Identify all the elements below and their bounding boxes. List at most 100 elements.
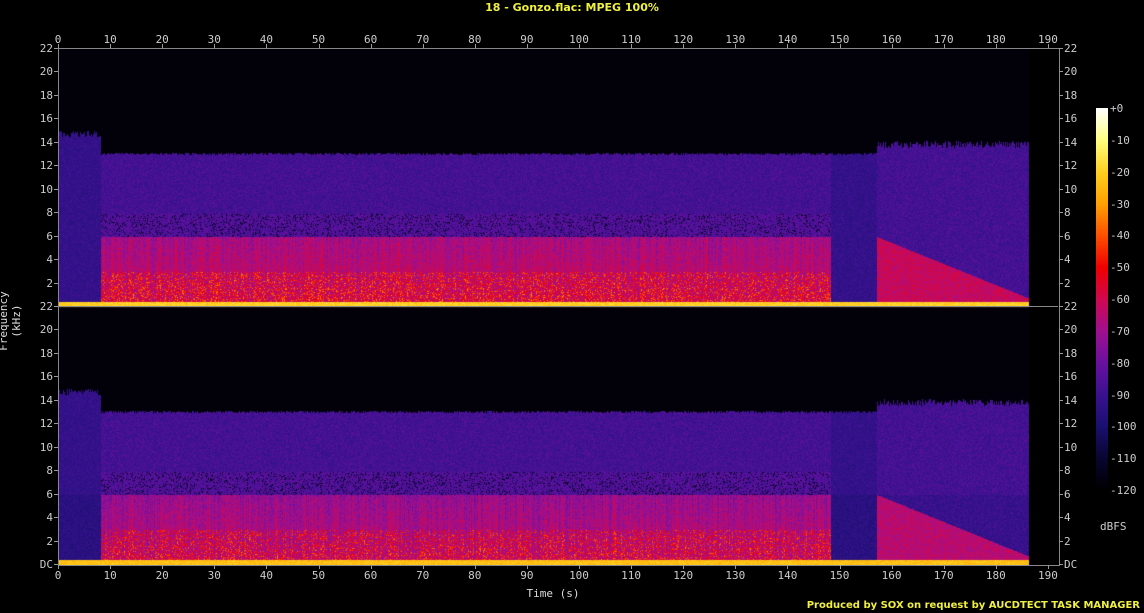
x-tick-mark [110,565,112,569]
x-tick-mark [58,44,59,48]
x-tick-label-bottom: 40 [259,569,274,582]
y-tick-mark [54,329,58,331]
y-tick-mark [1059,399,1063,401]
x-tick-mark [579,44,580,48]
colorbar-tick-label: -20 [1110,165,1130,179]
x-tick-mark [1047,565,1049,569]
y-tick-label-left: 18 [39,346,53,360]
y-tick-mark [54,235,58,237]
y-tick-label-left: 10 [39,182,53,196]
y-tick-mark [1059,188,1063,190]
x-tick-mark [631,44,633,48]
colorbar-tick-label: -80 [1110,356,1130,370]
y-tick-label-right: 22 [1064,42,1078,55]
y-tick-mark [54,212,58,214]
x-tick-mark [683,44,685,48]
x-tick-mark [1047,44,1049,48]
y-tick-mark [54,517,58,519]
y-tick-mark [54,282,58,284]
colorbar-tick-label: -110 [1110,452,1137,466]
y-tick-mark [1059,71,1063,73]
x-tick-mark [787,565,789,569]
y-tick-mark [1059,48,1063,49]
x-tick-mark [526,44,528,48]
y-tick-label-left: 8 [46,464,53,478]
y-tick-label-left: 12 [39,417,53,431]
y-tick-mark [54,141,58,143]
x-tick-mark [214,565,216,569]
y-tick-label-left: 2 [46,276,53,290]
colorbar-tick-label: -60 [1110,293,1130,306]
y-tick-label-right: 2 [1064,276,1071,290]
y-tick-label-right: 14 [1064,135,1078,149]
colorbar [1096,108,1108,490]
y-tick-mark [54,493,58,495]
y-tick-label-right: 16 [1064,112,1078,126]
colorbar-tick-label: -100 [1110,420,1137,434]
y-tick-mark [1059,470,1063,472]
x-tick-mark [162,565,164,569]
y-tick-label-left: DC [39,558,53,571]
x-tick-label-bottom: 80 [468,569,482,582]
y-tick-label-right: 18 [1064,346,1078,360]
x-tick-label-bottom: 120 [673,569,694,582]
x-tick-mark [58,565,59,569]
y-tick-label-left: 6 [46,229,53,243]
x-tick-mark [735,565,737,569]
x-tick-label-bottom: 130 [725,569,746,582]
x-tick-label-bottom: 140 [777,569,798,582]
y-tick-label-left: 8 [46,206,53,220]
y-tick-mark [1059,517,1063,519]
y-tick-mark [54,259,58,261]
y-tick-mark [1059,141,1063,143]
x-tick-mark [995,44,997,48]
x-tick-mark [370,44,372,48]
y-tick-mark [54,48,58,49]
y-tick-mark [54,94,58,96]
y-tick-label-left: 20 [39,65,53,79]
x-tick-mark [110,44,112,48]
y-tick-mark [54,188,58,190]
y-tick-mark [54,165,58,167]
y-tick-label-right: 18 [1064,88,1078,102]
y-tick-label-right: 2 [1064,534,1071,548]
y-tick-label-right: 10 [1064,440,1078,454]
y-tick-label-left: 14 [39,135,53,149]
x-tick-mark [214,44,216,48]
colorbar-tick-label: -30 [1110,197,1130,211]
y-tick-mark [54,399,58,401]
y-tick-label-right: 4 [1064,253,1071,267]
y-tick-mark [1059,329,1063,331]
x-tick-label-bottom: 30 [207,569,221,582]
credit-text: Produced by SOX on request by AUCDTECT T… [806,600,1140,611]
y-tick-mark [1059,235,1063,237]
x-tick-mark [370,565,372,569]
x-tick-label-bottom: 150 [829,569,850,582]
x-tick-mark [318,44,320,48]
colorbar-tick-label: -70 [1110,324,1130,338]
y-tick-label-left: 20 [39,323,53,337]
x-tick-mark [943,565,945,569]
y-tick-label-left: 6 [46,487,53,501]
y-tick-label-left: 4 [46,511,53,525]
y-tick-mark [54,306,58,307]
y-tick-label-left: 14 [39,393,53,407]
y-tick-mark [1059,165,1063,167]
y-tick-mark [54,446,58,448]
x-tick-mark [526,565,528,569]
x-tick-mark [631,565,633,569]
x-tick-mark [266,44,268,48]
colorbar-tick-label: -90 [1110,388,1130,402]
y-tick-label-right: DC [1064,558,1078,571]
x-tick-mark [839,565,841,569]
x-tick-label-bottom: 60 [363,569,378,582]
y-tick-mark [54,540,58,542]
y-tick-label-right: 6 [1064,229,1071,243]
x-tick-mark [162,44,164,48]
y-tick-mark [54,352,58,354]
colorbar-tick-label: -50 [1110,261,1130,275]
y-tick-mark [1059,212,1063,214]
x-tick-mark [474,565,476,569]
y-tick-mark [54,564,58,565]
y-tick-label-right: 4 [1064,511,1071,525]
